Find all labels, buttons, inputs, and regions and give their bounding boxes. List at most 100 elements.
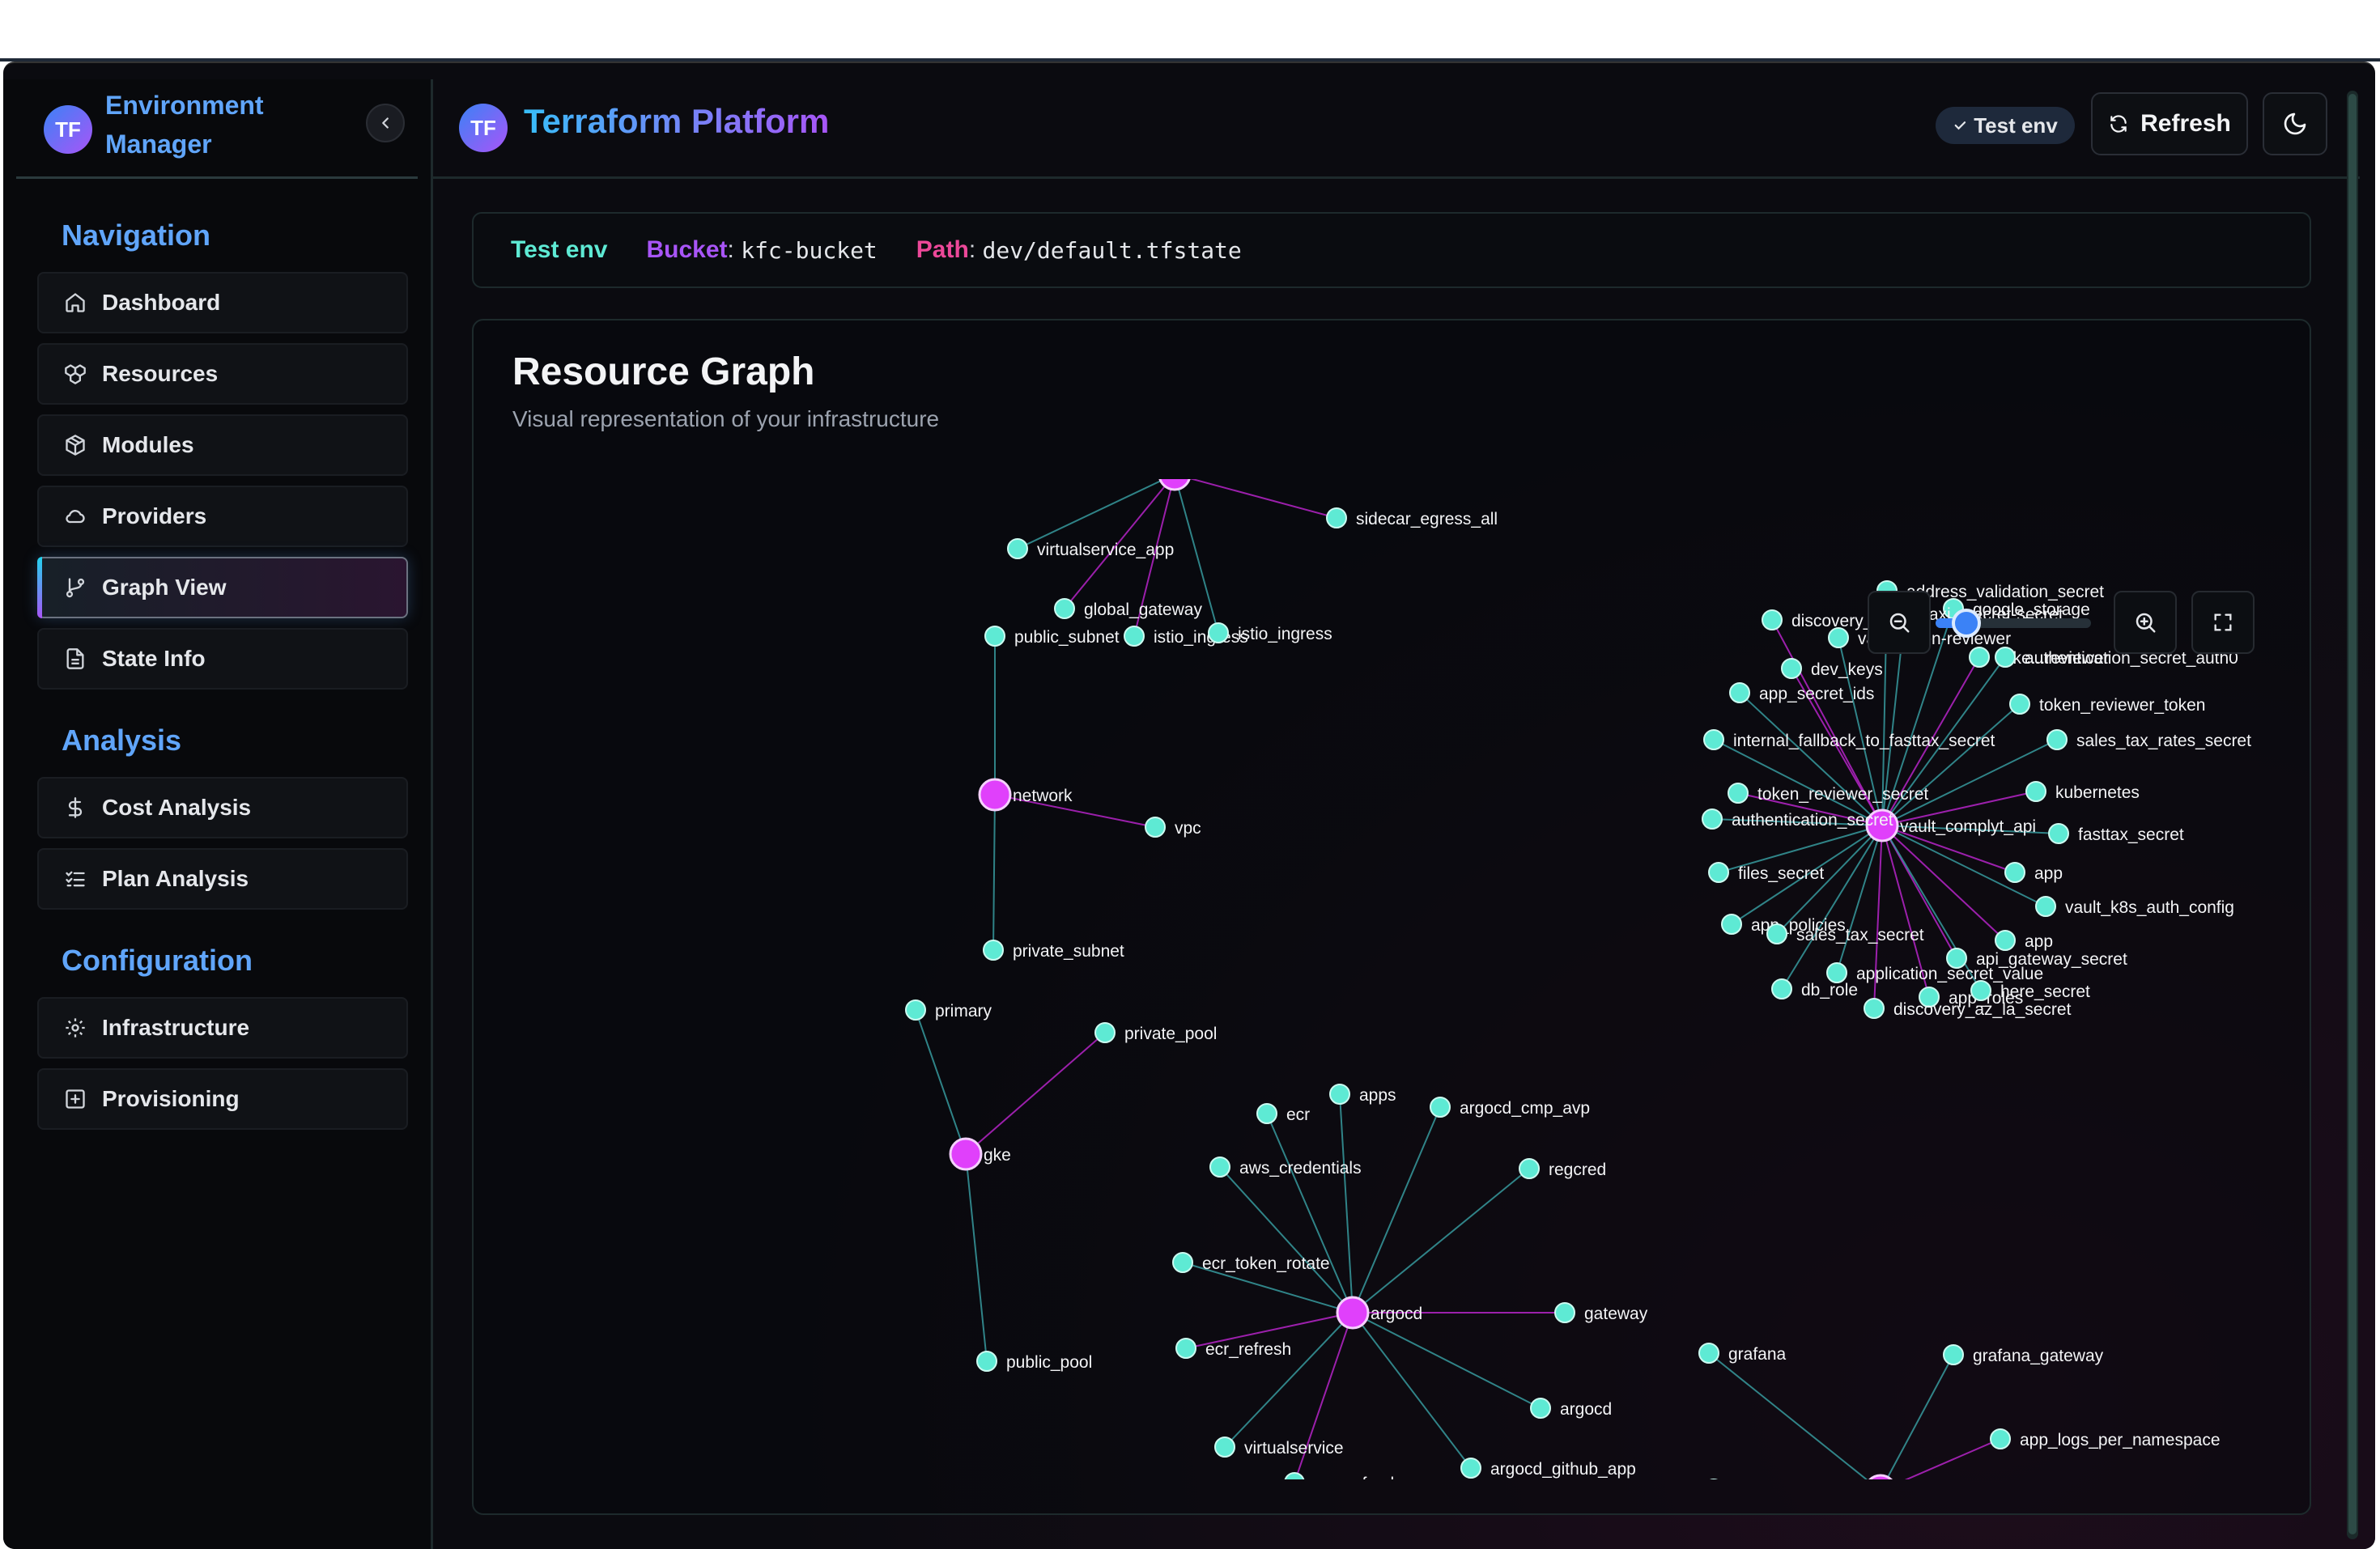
env-badge[interactable]: Test env	[1936, 107, 2075, 144]
graph-node-dot[interactable]	[1708, 862, 1729, 883]
graph-node[interactable]: files_secret	[1708, 862, 1824, 883]
graph-node[interactable]: kubernetes	[2025, 781, 2140, 802]
graph-node[interactable]: grafana	[1698, 1343, 1787, 1364]
graph-node-dot[interactable]	[1771, 978, 1792, 999]
graph-node[interactable]: private_pool	[1094, 1022, 1217, 1043]
collapse-sidebar-button[interactable]	[366, 104, 405, 142]
graph-node[interactable]: vpc	[1145, 817, 1201, 838]
graph-node[interactable]: token_reviewer_secret	[1728, 783, 1928, 804]
sidebar-item-graph-view[interactable]: Graph View	[37, 557, 408, 618]
graph-node-dot[interactable]	[1969, 647, 1990, 668]
theme-toggle-button[interactable]	[2263, 92, 2327, 155]
graph-node-dot[interactable]	[1007, 538, 1028, 559]
graph-node[interactable]: aws_credentials	[1209, 1156, 1362, 1178]
graph-node[interactable]: public_subnet	[984, 626, 1120, 647]
graph-hub-node[interactable]: gke	[949, 1137, 1011, 1171]
graph-node-dot[interactable]	[1826, 962, 1847, 983]
graph-node-dot[interactable]	[983, 940, 1004, 961]
graph-node-dot[interactable]	[978, 778, 1012, 812]
sidebar-item-provisioning[interactable]: Provisioning	[37, 1068, 408, 1130]
graph-node-dot[interactable]	[1172, 1252, 1193, 1273]
graph-node[interactable]: authentication_secret	[1702, 808, 1893, 830]
fullscreen-button[interactable]	[2191, 591, 2255, 654]
graph-node-dot[interactable]	[1530, 1398, 1551, 1419]
graph-node[interactable]: db_role	[1771, 978, 1858, 999]
graph-node-dot[interactable]	[1329, 1084, 1350, 1105]
graph-node-dot[interactable]	[2009, 694, 2030, 715]
graph-node[interactable]: discovery_az_la_secret	[1864, 998, 2072, 1019]
graph-node[interactable]: sidecar_egress_all	[1326, 507, 1498, 528]
graph-node[interactable]: public_pool	[976, 1351, 1092, 1372]
graph-node-dot[interactable]	[2025, 781, 2046, 802]
graph-node-dot[interactable]	[949, 1137, 983, 1171]
graph-hub-node[interactable]	[1865, 1474, 1896, 1479]
graph-node-dot[interactable]	[1990, 1428, 2011, 1449]
graph-node-dot[interactable]	[1728, 783, 1749, 804]
graph-node-dot[interactable]	[984, 626, 1005, 647]
graph-node-dot[interactable]	[1145, 817, 1166, 838]
graph-node-dot[interactable]	[1214, 1437, 1235, 1458]
graph-node-dot[interactable]	[1828, 627, 1849, 648]
graph-node-dot[interactable]	[1995, 647, 2016, 668]
sidebar-item-cost-analysis[interactable]: Cost Analysis	[37, 777, 408, 838]
graph-node[interactable]: app	[2004, 862, 2063, 883]
graph-node[interactable]: argocd_github_app	[1460, 1458, 1636, 1479]
graph-node[interactable]: sales_tax_rates_secret	[2046, 729, 2251, 750]
graph-node[interactable]: istio_ingress	[1124, 626, 1248, 647]
graph-node-dot[interactable]	[1703, 729, 1724, 750]
graph-node[interactable]: ecr_token_rotate	[1172, 1252, 1330, 1273]
graph-node[interactable]: internal_fallback_to_fasttax_secret	[1703, 729, 1995, 750]
graph-node-dot[interactable]	[1865, 1474, 1896, 1479]
sidebar-item-infrastructure[interactable]: Infrastructure	[37, 997, 408, 1059]
graph-node-dot[interactable]	[1094, 1022, 1116, 1043]
graph-node[interactable]: gateway	[1554, 1302, 1648, 1323]
graph-node-dot[interactable]	[1336, 1296, 1370, 1330]
graph-node-dot[interactable]	[1762, 609, 1783, 630]
graph-node[interactable]: apps	[1329, 1084, 1396, 1105]
graph-node[interactable]: ecr_refresh	[1284, 1472, 1400, 1479]
graph-node-dot[interactable]	[1995, 930, 2016, 951]
sidebar-item-providers[interactable]: Providers	[37, 486, 408, 547]
graph-node-dot[interactable]	[1781, 658, 1802, 679]
graph-node[interactable]: app	[1995, 930, 2053, 951]
sidebar-item-modules[interactable]: Modules	[37, 414, 408, 476]
graph-node[interactable]: ecr	[1256, 1103, 1310, 1124]
graph-node[interactable]: app_logs_per_namespace	[1990, 1428, 2221, 1449]
graph-node-dot[interactable]	[976, 1351, 997, 1372]
graph-node-dot[interactable]	[1729, 682, 1750, 703]
sidebar-item-state-info[interactable]: State Info	[37, 628, 408, 690]
graph-canvas[interactable]: virtualservice_app sidecar_egress_all glob…	[512, 479, 2284, 1479]
graph-node[interactable]: app_secret_ids	[1729, 682, 1874, 703]
graph-node-dot[interactable]	[1460, 1458, 1481, 1479]
graph-hub-node[interactable]: network	[978, 778, 1073, 812]
graph-node-dot[interactable]	[1209, 1156, 1230, 1178]
graph-node[interactable]: argocd	[1530, 1398, 1612, 1419]
graph-node-dot[interactable]	[1864, 998, 1885, 1019]
graph-node-dot[interactable]	[1175, 1338, 1196, 1359]
graph-node[interactable]: global_gateway	[1054, 598, 1202, 619]
graph-node-dot[interactable]	[2035, 896, 2056, 917]
graph-node[interactable]: token_reviewer_token	[2009, 694, 2205, 715]
graph-node-dot[interactable]	[1721, 914, 1742, 935]
graph-node[interactable]: argocd_cmp_avp	[1430, 1097, 1590, 1118]
graph-node[interactable]: ecr_refresh	[1175, 1338, 1291, 1359]
graph-node[interactable]: private_subnet	[983, 940, 1124, 961]
graph-node-dot[interactable]	[1970, 980, 1991, 1001]
graph-node[interactable]: fasttax_secret	[2048, 823, 2184, 844]
graph-svg[interactable]: virtualservice_app sidecar_egress_allglob…	[512, 479, 2284, 1479]
graph-node-dot[interactable]	[1326, 507, 1347, 528]
graph-node-dot[interactable]	[1208, 622, 1229, 643]
graph-node[interactable]: primary	[905, 999, 992, 1021]
graph-node-dot[interactable]	[1766, 923, 1787, 944]
graph-node[interactable]: dev_keys	[1781, 658, 1883, 679]
graph-node-dot[interactable]	[905, 999, 926, 1021]
sidebar-item-resources[interactable]: Resources	[37, 343, 408, 405]
graph-node[interactable]: grafana_gateway	[1943, 1344, 2104, 1365]
graph-hub-node[interactable]: argocd	[1336, 1296, 1422, 1330]
refresh-button[interactable]: Refresh	[2091, 92, 2248, 155]
sidebar-item-dashboard[interactable]: Dashboard	[37, 272, 408, 333]
graph-node[interactable]: vault_k8s_auth_config	[2035, 896, 2234, 917]
graph-node-dot[interactable]	[1430, 1097, 1451, 1118]
graph-node-dot[interactable]	[1943, 1344, 1964, 1365]
graph-node[interactable]: application_secret_value	[1826, 962, 2043, 983]
